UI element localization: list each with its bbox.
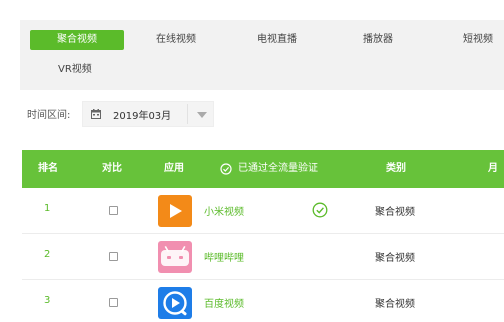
tab-short-video[interactable]: 短视频 bbox=[463, 30, 493, 50]
rank-value: 1 bbox=[44, 203, 51, 214]
rank-value: 2 bbox=[44, 249, 51, 260]
app-name-link[interactable]: 哔哩哔哩 bbox=[204, 249, 244, 264]
header-app: 应用 bbox=[164, 163, 184, 174]
compare-checkbox[interactable] bbox=[109, 206, 118, 215]
tab-vr-video[interactable]: VR视频 bbox=[58, 60, 92, 80]
check-circle-icon bbox=[220, 163, 232, 175]
date-range-label: 时间区间: bbox=[27, 110, 71, 121]
ranking-table-header: 排名 对比 应用 已通过全流量验证 类别 月 bbox=[22, 150, 504, 188]
baidu-video-icon[interactable] bbox=[158, 287, 192, 319]
tab-tv-live[interactable]: 电视直播 bbox=[257, 30, 297, 50]
tab-player[interactable]: 播放器 bbox=[363, 30, 393, 50]
tab-online-video[interactable]: 在线视频 bbox=[156, 30, 196, 50]
compare-checkbox[interactable] bbox=[109, 252, 118, 261]
category-value: 聚合视频 bbox=[375, 253, 415, 264]
category-filter-panel: 聚合视频 在线视频 电视直播 播放器 短视频 VR视频 bbox=[20, 20, 504, 90]
category-value: 聚合视频 bbox=[375, 299, 415, 310]
tab-aggregated-video[interactable]: 聚合视频 bbox=[30, 30, 124, 50]
compare-checkbox[interactable] bbox=[109, 298, 118, 307]
app-name-link[interactable]: 小米视频 bbox=[204, 203, 244, 218]
date-range-dropdown[interactable]: 2019年03月 bbox=[82, 101, 214, 127]
header-verified: 已通过全流量验证 bbox=[220, 150, 340, 188]
verified-check-icon bbox=[312, 202, 328, 218]
chevron-down-icon bbox=[197, 112, 207, 118]
date-range-value: 2019年03月 bbox=[113, 111, 172, 122]
date-range-row: 时间区间: 2019年03月 bbox=[0, 100, 504, 127]
header-category: 类别 bbox=[386, 163, 406, 174]
table-row[interactable]: 2 哔哩哔哩 聚合视频 bbox=[22, 234, 504, 280]
app-name-link[interactable]: 百度视频 bbox=[204, 295, 244, 310]
mi-video-icon[interactable] bbox=[158, 195, 192, 227]
bilibili-icon[interactable] bbox=[158, 241, 192, 273]
header-compare: 对比 bbox=[102, 163, 122, 174]
rank-value: 3 bbox=[44, 295, 51, 306]
dropdown-separator bbox=[187, 104, 188, 124]
category-value: 聚合视频 bbox=[375, 207, 415, 218]
table-row[interactable]: 3 百度视频 聚合视频 bbox=[22, 280, 504, 322]
calendar-icon bbox=[91, 109, 101, 119]
header-month: 月 bbox=[488, 163, 498, 174]
header-rank: 排名 bbox=[38, 163, 58, 174]
header-verified-label: 已通过全流量验证 bbox=[238, 163, 318, 174]
table-row[interactable]: 1 小米视频 聚合视频 bbox=[22, 188, 504, 234]
